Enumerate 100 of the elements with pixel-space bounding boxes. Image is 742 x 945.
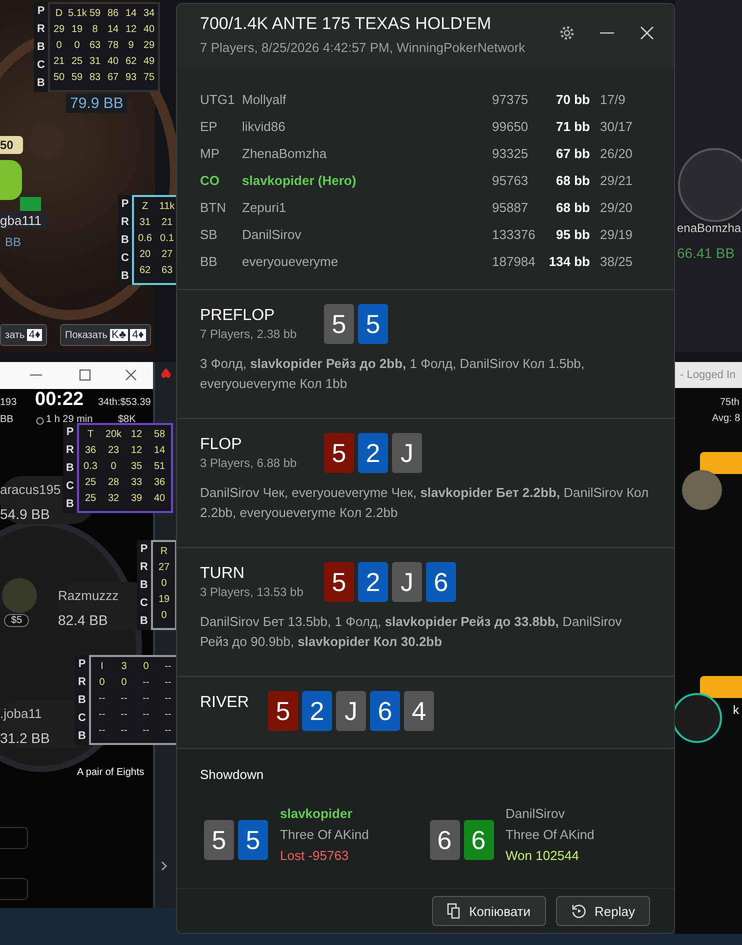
hud-stat: T <box>86 428 95 442</box>
stack-amount: 133376 <box>492 227 536 242</box>
bounty-badge: $5 <box>4 614 30 627</box>
hud-stat: 49 <box>142 55 156 69</box>
hud-stat: -- <box>164 708 172 722</box>
hud-stat: D <box>54 7 64 21</box>
hud-stat: -- <box>164 692 172 706</box>
hud-stat: 0 <box>98 676 106 690</box>
hud-stat: 59 <box>88 7 102 21</box>
hud-stat: 0.3 <box>82 460 98 474</box>
hud-stat: 25 <box>70 55 84 69</box>
hud-stat: -- <box>120 692 128 706</box>
hud-stat: -- <box>164 724 172 738</box>
spade-icon <box>159 367 173 381</box>
hud-stat: Z <box>140 200 150 214</box>
hud-stat: 23 <box>106 444 120 458</box>
hud-stat: -- <box>142 676 150 690</box>
hud-stat: -- <box>120 708 128 722</box>
hud-stat: -- <box>142 692 150 706</box>
position-label: UTG1 <box>200 92 236 107</box>
hud-stat: -- <box>164 660 172 674</box>
hud-stat: 78 <box>106 39 120 53</box>
hud-label: C <box>77 711 87 726</box>
show-cards-button[interactable]: зать 4♦ <box>0 324 48 346</box>
playing-card: 5 <box>324 562 354 602</box>
player-name: Zepuri1 <box>242 200 288 215</box>
result-amount: Won 102544 <box>506 848 580 863</box>
close-icon[interactable] <box>638 24 656 42</box>
stack-amount: 187984 <box>492 254 536 269</box>
close-icon[interactable] <box>123 367 139 383</box>
stack-amount: 99650 <box>492 119 530 134</box>
flag-icon <box>20 197 41 211</box>
hud-stat: 14 <box>152 444 166 458</box>
hud-label: P <box>65 425 75 440</box>
hud-stat: 0 <box>120 676 128 690</box>
hud-stat: 19 <box>70 23 84 37</box>
hand-rank: Three Of AKind <box>280 827 369 842</box>
hud-label: P <box>120 197 130 212</box>
player-stats: 29/19 <box>599 227 634 242</box>
player-name: Razmuzzz <box>58 588 119 603</box>
hud-stat: 63 <box>88 39 102 53</box>
player-name: ZhenaBomzha <box>242 146 328 161</box>
hud-label: R <box>36 22 46 37</box>
hud-label: B <box>36 76 46 91</box>
street-info: 3 Players, 13.53 bb <box>200 585 304 599</box>
hud-label: B <box>120 233 130 248</box>
hud-stat: 0 <box>160 577 168 591</box>
showdown-title: Showdown <box>200 767 265 782</box>
average-text: Avg: 8 <box>712 413 740 424</box>
copy-button[interactable]: Копіювати <box>432 896 546 926</box>
player-name: Mollyalf <box>242 92 288 107</box>
player-stats: 26/20 <box>599 146 634 161</box>
hud-stat: 40 <box>142 23 156 37</box>
settings-icon[interactable] <box>558 24 576 42</box>
position-label: BB <box>200 254 218 269</box>
bet-amount: 50 <box>0 136 24 154</box>
playing-card: 6 <box>430 820 460 860</box>
big-blinds: 70 bb <box>555 92 590 107</box>
hud-stat: 27 <box>160 248 174 262</box>
seat-banner <box>700 676 742 698</box>
rank-text: 75th <box>720 397 740 408</box>
hud-label: B <box>77 729 87 744</box>
hud-stat: 0 <box>142 660 150 674</box>
window-title: - Logged In <box>680 369 736 381</box>
stack-amount: 95887 <box>492 200 530 215</box>
hud-label: C <box>120 251 130 266</box>
hud-stat: 0 <box>160 609 168 623</box>
maximize-icon[interactable] <box>77 367 93 383</box>
show-cards-button[interactable]: Показать K♣ 4♦ <box>60 324 151 346</box>
hud-stat: -- <box>142 724 150 738</box>
hud-stat: 63 <box>160 264 174 278</box>
hud-stat: 29 <box>142 39 156 53</box>
hud-stat: 75 <box>142 71 156 85</box>
hud-stat: 27 <box>157 561 171 575</box>
hud-stat: 25 <box>84 492 98 506</box>
hud-label: B <box>65 461 75 476</box>
playing-card: J <box>392 433 422 473</box>
replay-button[interactable]: Replay <box>556 896 650 926</box>
hud-stat: 14 <box>106 23 120 37</box>
player-name: gba111 <box>0 212 48 229</box>
hud-stat: 29 <box>52 23 66 37</box>
hud-stat: 36 <box>84 444 98 458</box>
hud-stat: 67 <box>106 71 120 85</box>
street-info: 3 Players, 6.88 bb <box>200 456 298 470</box>
playing-card: 2 <box>358 562 388 602</box>
hud-label: P <box>77 657 87 672</box>
hud-label: R <box>77 675 87 690</box>
position-label: CO <box>200 173 220 188</box>
hud-stat: 3 <box>120 660 128 674</box>
playing-card: J <box>392 562 422 602</box>
action-log: DanilSirov Чек, everyoueveryme Чек, slavkopider Бет 2.2bb, DanilSirov Кол 2.2bb, everyoueveryme Кол 2.2bb <box>200 484 650 522</box>
chevron-right-icon[interactable] <box>160 860 168 872</box>
street-title: FLOP <box>200 436 243 454</box>
hud-stat: 5.1k <box>68 7 86 21</box>
hud-stat: 0 <box>110 460 118 474</box>
hand-description: A pair of Eights <box>77 767 144 778</box>
playing-card: 5 <box>268 691 298 731</box>
big-blinds: 71 bb <box>555 119 590 134</box>
action-log: 3 Фолд, slavkopider Рейз до 2bb, 1 Фолд, DanilSirov Кол 1.5bb, everyoueveryme Кол 1bb <box>200 355 586 393</box>
hud-stat: 31 <box>138 216 152 230</box>
